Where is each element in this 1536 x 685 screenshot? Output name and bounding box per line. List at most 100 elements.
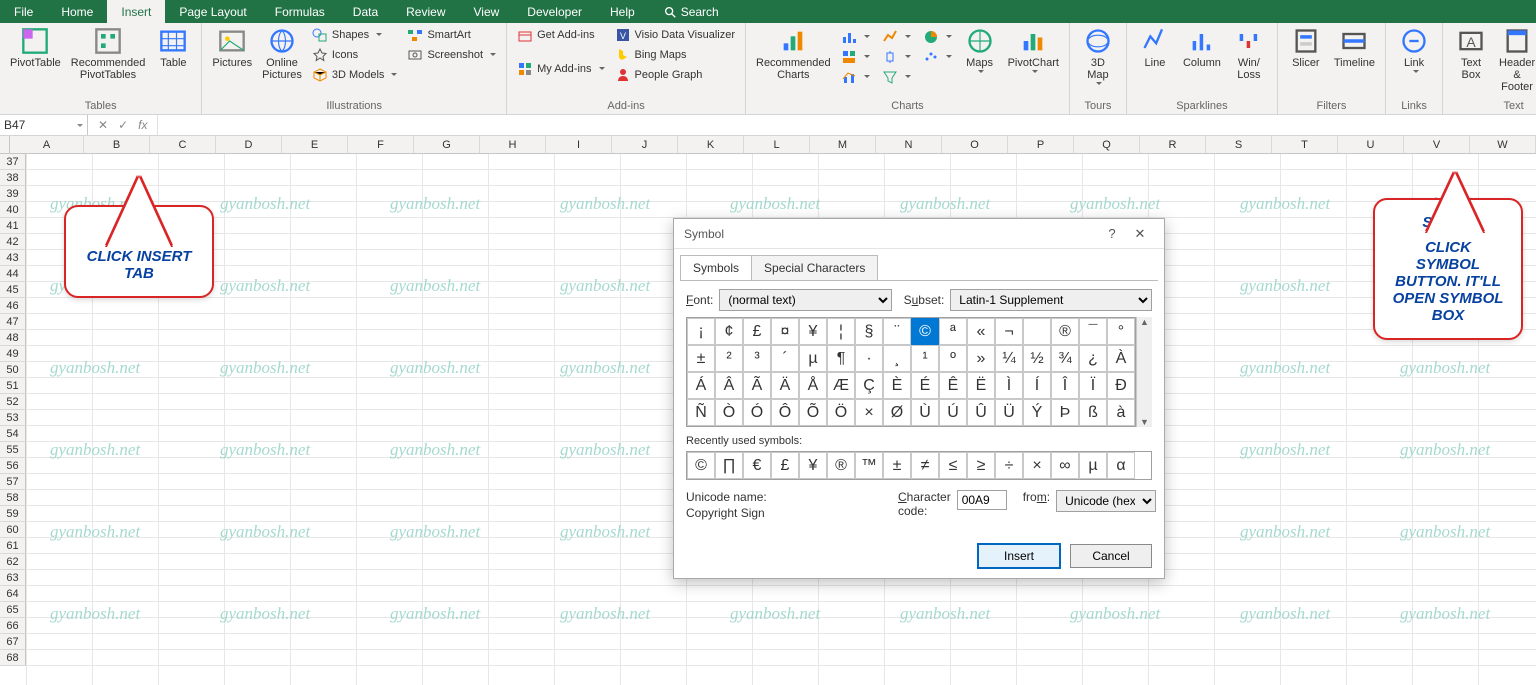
symbol-cell[interactable]: Ò <box>715 399 743 426</box>
column-header[interactable]: I <box>546 136 612 153</box>
row-header[interactable]: 42 <box>0 234 26 250</box>
column-header[interactable]: H <box>480 136 546 153</box>
symbol-cell[interactable]: É <box>911 372 939 399</box>
3d-map-button[interactable]: 3D Map <box>1076 25 1120 89</box>
row-header[interactable]: 47 <box>0 314 26 330</box>
menu-search[interactable]: Search <box>649 0 733 23</box>
row-header[interactable]: 60 <box>0 522 26 538</box>
name-box[interactable]: B47 <box>0 115 88 135</box>
row-header[interactable]: 66 <box>0 618 26 634</box>
tab-symbols[interactable]: Symbols <box>680 255 752 280</box>
column-header[interactable]: J <box>612 136 678 153</box>
chart-hierarchy-button[interactable] <box>837 47 874 67</box>
column-header[interactable]: K <box>678 136 744 153</box>
column-header[interactable]: L <box>744 136 810 153</box>
column-header[interactable]: Q <box>1074 136 1140 153</box>
symbol-cell[interactable]: ¡ <box>687 318 715 345</box>
help-button[interactable]: ? <box>1098 226 1126 241</box>
subset-select[interactable]: Latin-1 Supplement <box>950 289 1152 311</box>
symbol-cell[interactable]: Ë <box>967 372 995 399</box>
recent-symbol-cell[interactable]: α <box>1107 452 1135 479</box>
symbol-cell[interactable]: Ó <box>743 399 771 426</box>
header-footer-button[interactable]: Header & Footer <box>1495 25 1536 95</box>
from-select[interactable]: Unicode (hex) <box>1056 490 1156 512</box>
row-header[interactable]: 57 <box>0 474 26 490</box>
symbol-cell[interactable]: ¢ <box>715 318 743 345</box>
chart-combo-button[interactable] <box>837 67 874 87</box>
recent-symbol-cell[interactable]: × <box>1023 452 1051 479</box>
symbol-cell[interactable]: Ñ <box>687 399 715 426</box>
column-header[interactable]: F <box>348 136 414 153</box>
fx-icon[interactable]: fx <box>138 118 147 132</box>
symbol-cell[interactable]: Å <box>799 372 827 399</box>
recent-symbol-cell[interactable]: © <box>687 452 715 479</box>
column-header[interactable]: D <box>216 136 282 153</box>
symbol-cell[interactable]: © <box>911 318 939 345</box>
symbol-cell[interactable]: ß <box>1079 399 1107 426</box>
symbol-cell[interactable]: ¯ <box>1079 318 1107 345</box>
row-header[interactable]: 37 <box>0 154 26 170</box>
symbol-cell[interactable]: ± <box>687 345 715 372</box>
row-header[interactable]: 40 <box>0 202 26 218</box>
dialog-titlebar[interactable]: Symbol ? ✕ <box>674 219 1164 249</box>
row-header[interactable]: 64 <box>0 586 26 602</box>
insert-button[interactable]: Insert <box>978 544 1060 568</box>
symbol-cell[interactable]: ½ <box>1023 345 1051 372</box>
symbol-cell[interactable]: Û <box>967 399 995 426</box>
screenshot-button[interactable]: Screenshot <box>403 45 500 65</box>
recent-symbol-cell[interactable]: € <box>743 452 771 479</box>
symbol-cell[interactable]: Ç <box>855 372 883 399</box>
row-header[interactable]: 61 <box>0 538 26 554</box>
row-header[interactable]: 46 <box>0 298 26 314</box>
row-header[interactable]: 52 <box>0 394 26 410</box>
symbol-cell[interactable]: ² <box>715 345 743 372</box>
column-header[interactable]: S <box>1206 136 1272 153</box>
pivotchart-button[interactable]: PivotChart <box>1004 25 1063 77</box>
row-header[interactable]: 39 <box>0 186 26 202</box>
symbol-cell[interactable]: Ê <box>939 372 967 399</box>
row-header[interactable]: 62 <box>0 554 26 570</box>
symbol-cell[interactable]: Â <box>715 372 743 399</box>
symbol-cell[interactable]: À <box>1107 345 1135 372</box>
pictures-button[interactable]: Pictures <box>208 25 256 71</box>
row-header[interactable]: 41 <box>0 218 26 234</box>
online-pictures-button[interactable]: Online Pictures <box>258 25 306 83</box>
sparkline-line-button[interactable]: Line <box>1133 25 1177 71</box>
my-addins-button[interactable]: My Add-ins <box>513 59 608 79</box>
column-header[interactable]: G <box>414 136 480 153</box>
symbol-cell[interactable]: Ì <box>995 372 1023 399</box>
symbol-cell[interactable]: ³ <box>743 345 771 372</box>
menu-developer[interactable]: Developer <box>513 0 596 23</box>
symbol-cell[interactable]: ¸ <box>883 345 911 372</box>
symbol-cell[interactable]: » <box>967 345 995 372</box>
row-header[interactable]: 68 <box>0 650 26 666</box>
symbol-cell[interactable]: £ <box>743 318 771 345</box>
symbol-cell[interactable]: ® <box>1051 318 1079 345</box>
menu-insert[interactable]: Insert <box>107 0 165 23</box>
recent-symbol-cell[interactable]: ¥ <box>799 452 827 479</box>
symbol-cell[interactable]: Á <box>687 372 715 399</box>
row-header[interactable]: 54 <box>0 426 26 442</box>
row-header[interactable]: 65 <box>0 602 26 618</box>
symbol-cell[interactable]: ¾ <box>1051 345 1079 372</box>
row-header[interactable]: 67 <box>0 634 26 650</box>
menu-review[interactable]: Review <box>392 0 459 23</box>
formula-input[interactable] <box>158 115 1536 135</box>
symbol-cell[interactable]: ¦ <box>827 318 855 345</box>
recent-symbol-cell[interactable]: ∞ <box>1051 452 1079 479</box>
link-button[interactable]: Link <box>1392 25 1436 77</box>
row-header[interactable]: 63 <box>0 570 26 586</box>
row-header[interactable]: 50 <box>0 362 26 378</box>
chart-line-button[interactable] <box>878 27 915 47</box>
row-header[interactable]: 44 <box>0 266 26 282</box>
symbol-cell[interactable]: Ô <box>771 399 799 426</box>
recent-symbol-cell[interactable]: ≥ <box>967 452 995 479</box>
menu-home[interactable]: Home <box>47 0 107 23</box>
symbol-cell[interactable]: ¤ <box>771 318 799 345</box>
row-header[interactable]: 58 <box>0 490 26 506</box>
slicer-button[interactable]: Slicer <box>1284 25 1328 71</box>
recent-symbol-cell[interactable]: £ <box>771 452 799 479</box>
symbol-cell[interactable]: ¹ <box>911 345 939 372</box>
symbol-cell[interactable]: à <box>1107 399 1135 426</box>
symbol-cell[interactable]: Ù <box>911 399 939 426</box>
